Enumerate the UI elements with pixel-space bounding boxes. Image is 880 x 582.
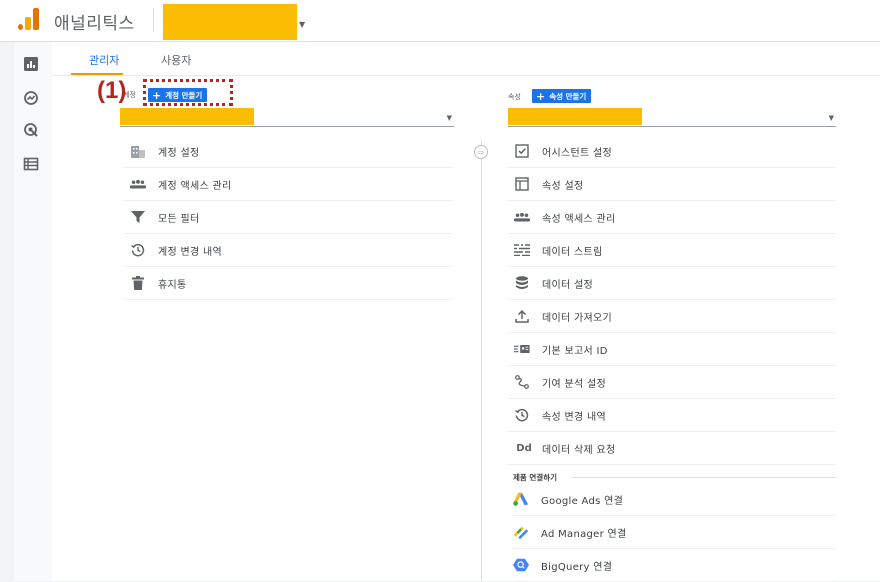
annotation-label: (1)	[97, 77, 127, 104]
menu-item-label: 계정 설정	[158, 147, 200, 159]
menu-item-label: 휴지통	[158, 279, 187, 291]
menu-item-label: 모든 필터	[158, 213, 200, 225]
id-icon	[514, 341, 530, 357]
menu-item-label: 기본 보고서 ID	[542, 345, 608, 357]
menu-item-label: 계정 액세스 관리	[158, 180, 232, 192]
menu-item-label: 데이터 가져오기	[542, 312, 612, 324]
property-access-item[interactable]: 속성 액세스 관리	[507, 201, 836, 234]
caret-down-icon: ▼	[828, 114, 834, 122]
menu-item-label: 어시스턴트 설정	[542, 147, 612, 159]
building-icon	[130, 143, 146, 159]
caret-down-icon: ▼	[446, 114, 452, 122]
active-tab-underline	[71, 73, 123, 75]
data-deletion-request-item[interactable]: Dd 데이터 삭제 요청	[507, 432, 836, 465]
column-divider	[481, 140, 482, 581]
streams-icon	[514, 242, 530, 258]
trash-item[interactable]: 휴지통	[123, 267, 453, 300]
account-picker-redacted[interactable]	[163, 4, 297, 40]
google-ads-icon	[513, 491, 529, 507]
menu-item-label: 데이터 삭제 요청	[542, 444, 616, 456]
product-links-menu: Google Ads 연결 Ad Manager 연결 BigQuery 연결	[513, 483, 836, 582]
account-history-item[interactable]: 계정 변경 내역	[123, 234, 453, 267]
account-menu: 계정 설정 계정 액세스 관리 모든 필터 계정 변경 내역 휴지통	[123, 135, 453, 300]
filter-icon	[130, 209, 146, 225]
menu-item-label: Ad Manager 연결	[541, 528, 627, 540]
list-icon[interactable]	[23, 156, 39, 172]
product-links-heading: 제품 연결하기	[513, 473, 558, 482]
create-property-label: 속성 만들기	[549, 91, 587, 101]
default-report-id-item[interactable]: 기본 보고서 ID	[507, 333, 836, 366]
app-title: 애널리틱스	[54, 14, 135, 34]
analytics-logo-icon[interactable]	[18, 8, 40, 30]
menu-item-label: Google Ads 연결	[541, 495, 624, 507]
account-selector-redacted	[120, 108, 254, 125]
dd-icon: Dd	[516, 442, 532, 454]
plus-icon: +	[536, 89, 546, 103]
explore-icon[interactable]	[23, 90, 39, 106]
property-column-label: 속성	[508, 93, 521, 101]
menu-item-label: 데이터 설정	[542, 279, 593, 291]
menu-item-label: 속성 변경 내역	[542, 411, 606, 423]
upload-icon	[514, 308, 530, 324]
tab-user[interactable]: 사용자	[161, 52, 191, 68]
property-selector-redacted	[508, 108, 642, 125]
caret-down-icon[interactable]: ▼	[299, 20, 305, 29]
attribution-icon	[514, 374, 530, 390]
property-selector[interactable]: ▼	[508, 108, 836, 127]
advertising-icon[interactable]	[23, 122, 39, 138]
data-streams-item[interactable]: 데이터 스트림	[507, 234, 836, 267]
property-history-item[interactable]: 속성 변경 내역	[507, 399, 836, 432]
bigquery-link-item[interactable]: BigQuery 연결	[513, 549, 836, 582]
admin-tabs: 관리자 사용자	[52, 42, 880, 76]
title-divider	[153, 8, 154, 32]
arrow-right-icon: ⇨	[474, 145, 488, 159]
bigquery-icon	[513, 557, 529, 573]
section-divider	[572, 477, 836, 478]
reports-icon[interactable]	[23, 56, 39, 72]
side-nav	[14, 42, 52, 581]
menu-item-label: 속성 설정	[542, 180, 584, 192]
account-selector[interactable]: ▼	[120, 108, 454, 127]
google-ads-link-item[interactable]: Google Ads 연결	[513, 483, 836, 516]
attribution-settings-item[interactable]: 기여 분석 설정	[507, 366, 836, 399]
left-gutter	[0, 42, 14, 581]
checkbox-icon	[514, 143, 530, 159]
tab-admin[interactable]: 관리자	[89, 52, 119, 68]
data-settings-item[interactable]: 데이터 설정	[507, 267, 836, 300]
top-bar: 애널리틱스 ▼	[0, 0, 880, 42]
ad-manager-link-item[interactable]: Ad Manager 연결	[513, 516, 836, 549]
data-import-item[interactable]: 데이터 가져오기	[507, 300, 836, 333]
window-icon	[514, 176, 530, 192]
annotation-highlight-box	[143, 79, 233, 106]
create-property-button[interactable]: + 속성 만들기	[532, 89, 592, 103]
property-menu: 어시스턴트 설정 속성 설정 속성 액세스 관리 데이터 스트림 데이터 설정 …	[507, 135, 836, 465]
menu-item-label: 속성 액세스 관리	[542, 213, 616, 225]
history-icon	[130, 242, 146, 258]
menu-item-label: BigQuery 연결	[541, 561, 613, 573]
all-filters-item[interactable]: 모든 필터	[123, 201, 453, 234]
assistant-settings-item[interactable]: 어시스턴트 설정	[507, 135, 836, 168]
menu-item-label: 계정 변경 내역	[158, 246, 222, 258]
people-icon	[514, 209, 530, 225]
menu-item-label: 기여 분석 설정	[542, 378, 606, 390]
account-settings-item[interactable]: 계정 설정	[123, 135, 453, 168]
people-icon	[130, 176, 146, 192]
database-icon	[514, 275, 530, 291]
property-settings-item[interactable]: 속성 설정	[507, 168, 836, 201]
account-access-item[interactable]: 계정 액세스 관리	[123, 168, 453, 201]
ad-manager-icon	[513, 524, 529, 540]
trash-icon	[130, 275, 146, 291]
menu-item-label: 데이터 스트림	[542, 246, 603, 258]
history-icon	[514, 407, 530, 423]
